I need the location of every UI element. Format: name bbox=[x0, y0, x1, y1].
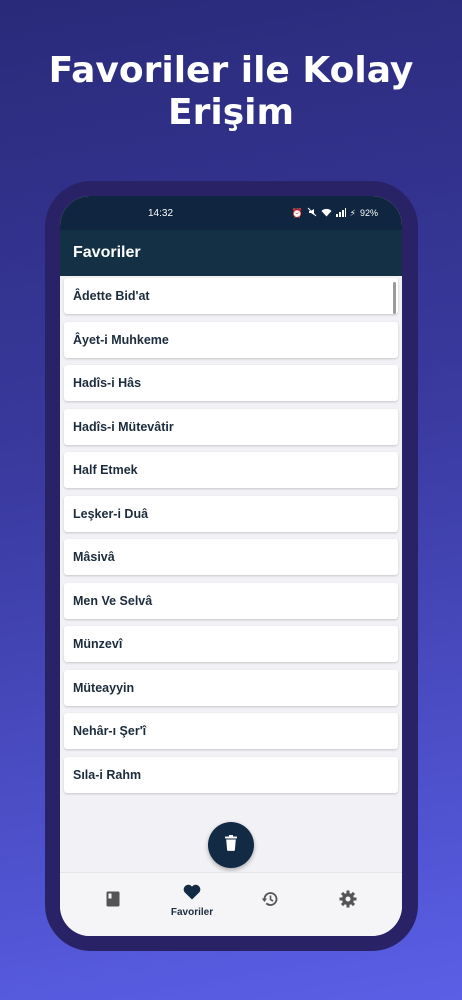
wifi-icon bbox=[321, 208, 332, 219]
list-item-label: Münzevî bbox=[73, 637, 123, 651]
phone-screen: 14:32 ⏰ ⚡ 92% Favoriler Âdette Bid'at Ây… bbox=[60, 196, 402, 936]
list-item-label: Leşker-i Duâ bbox=[73, 506, 149, 521]
status-icons: ⏰ ⚡ 92% bbox=[291, 207, 378, 219]
book-icon bbox=[106, 891, 120, 912]
history-icon bbox=[261, 890, 279, 913]
favorites-list: Âdette Bid'at Âyet-i Muhkeme Hadîs-i Hâs… bbox=[60, 276, 402, 796]
list-item[interactable]: Münzevî bbox=[64, 626, 398, 662]
list-item-label: Hadîs-i Mütevâtir bbox=[73, 419, 174, 434]
promo-title: Favoriler ile Kolay Erişim bbox=[0, 50, 462, 134]
list-item[interactable]: Nehâr-ı Şer'î bbox=[64, 713, 398, 749]
gear-icon bbox=[339, 890, 357, 913]
list-item[interactable]: Leşker-i Duâ bbox=[64, 495, 398, 532]
heart-icon bbox=[183, 884, 201, 905]
list-item-label: Müteayyin bbox=[73, 680, 135, 695]
list-item-label: Sıla-i Rahm bbox=[73, 767, 142, 782]
list-item[interactable]: Half Etmek bbox=[64, 452, 398, 488]
list-item-label: Âyet-i Muhkeme bbox=[73, 332, 169, 347]
list-item[interactable]: Mâsivâ bbox=[64, 539, 398, 575]
nav-history[interactable] bbox=[230, 873, 310, 929]
list-scrollbar[interactable] bbox=[393, 282, 396, 314]
status-time: 14:32 bbox=[148, 207, 174, 219]
mute-icon bbox=[307, 207, 317, 219]
app-bar-title: Favoriler bbox=[73, 244, 141, 261]
list-item-label: Men Ve Selvâ bbox=[73, 593, 153, 608]
signal-icon bbox=[335, 207, 346, 219]
alarm-icon: ⏰ bbox=[291, 207, 303, 218]
nav-favorites-label: Favoriler bbox=[170, 907, 214, 918]
app-bar: Favoriler bbox=[60, 230, 402, 276]
nav-dictionary[interactable] bbox=[73, 873, 153, 929]
promo-title-line1: Favoriler ile Kolay bbox=[48, 50, 414, 91]
list-item[interactable]: Âdette Bid'at bbox=[64, 278, 398, 314]
list-item[interactable]: Müteayyin bbox=[64, 669, 398, 706]
list-item[interactable]: Sıla-i Rahm bbox=[64, 756, 398, 793]
bottom-navigation: Favoriler bbox=[60, 872, 402, 936]
nav-favorites[interactable]: Favoriler bbox=[152, 873, 232, 929]
battery-level: 92% bbox=[359, 208, 378, 218]
list-item[interactable]: Âyet-i Muhkeme bbox=[64, 321, 398, 358]
list-item-label: Âdette Bid'at bbox=[73, 289, 150, 303]
trash-icon bbox=[224, 834, 238, 856]
nav-settings[interactable] bbox=[308, 873, 388, 929]
delete-all-button[interactable] bbox=[208, 822, 254, 868]
list-item[interactable]: Hadîs-i Hâs bbox=[64, 365, 398, 401]
list-item[interactable]: Men Ve Selvâ bbox=[64, 582, 398, 619]
battery-charging-icon: ⚡ bbox=[349, 207, 356, 218]
list-item-label: Half Etmek bbox=[73, 463, 138, 477]
list-item-label: Nehâr-ı Şer'î bbox=[73, 724, 147, 738]
promo-title-line2: Erişim bbox=[168, 92, 294, 133]
list-item[interactable]: Hadîs-i Mütevâtir bbox=[64, 408, 398, 445]
list-item-label: Hadîs-i Hâs bbox=[73, 376, 142, 390]
status-bar: 14:32 ⏰ ⚡ 92% bbox=[60, 196, 402, 230]
list-item-label: Mâsivâ bbox=[73, 550, 115, 564]
system-gesture-bar bbox=[60, 928, 402, 936]
